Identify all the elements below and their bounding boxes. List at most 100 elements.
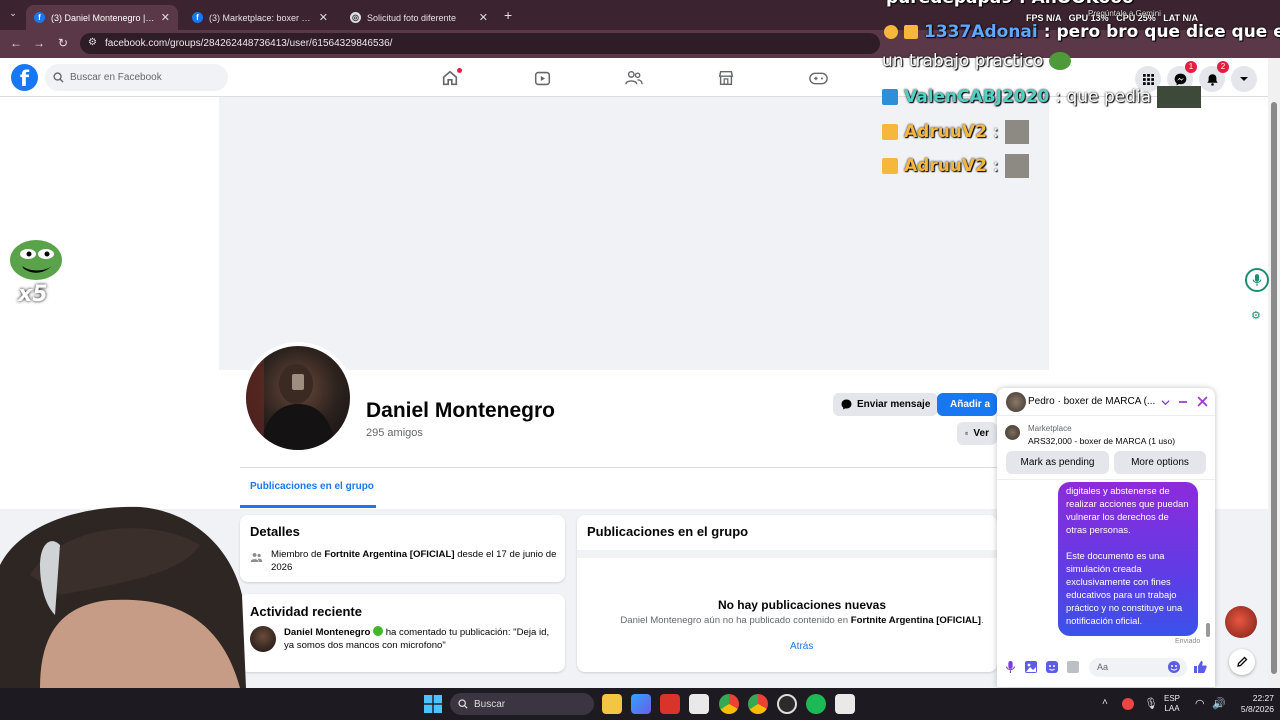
pepe-emote-icon [1049,52,1072,70]
clock[interactable]: 22:27 5/8/2026 [1228,693,1274,715]
marketplace-icon [718,70,734,86]
image-icon[interactable] [1025,661,1037,673]
more-options-button[interactable]: More options [1114,451,1206,474]
site-info-icon[interactable]: ⚙ [88,37,97,48]
tray-mic-icon[interactable]: 🎙 [1144,697,1158,710]
close-tab-icon[interactable]: ✕ [479,11,488,24]
chat-scrollbar[interactable] [1205,483,1211,643]
url-input[interactable]: ⚙ facebook.com/groups/284262448736413/us… [80,33,880,54]
listing-thumbnail[interactable] [1005,425,1020,440]
facebook-logo-icon[interactable]: f [11,64,38,91]
nav-gaming[interactable] [796,66,840,90]
reload-icon[interactable]: ↻ [55,35,71,51]
notifications-button[interactable]: 2 [1199,61,1229,92]
wps-icon[interactable] [660,694,680,714]
like-icon[interactable] [1193,660,1207,674]
close-tab-icon[interactable]: ✕ [319,11,328,24]
close-icon[interactable] [1197,396,1208,407]
empty-posts-text: Daniel Montenegro aún no ha publicado co… [577,615,1027,626]
subscriber-badge-icon [882,89,898,105]
volume-icon[interactable]: 🔊 [1212,697,1226,710]
scrollbar-thumb[interactable] [1271,102,1277,674]
taskbar-search-label: Buscar [474,698,506,710]
tab-solicitud[interactable]: ◎ Solicitud foto diferente ✕ [342,5,496,30]
group-link[interactable]: Fortnite Argentina [OFICIAL] [324,549,454,560]
profile-avatar[interactable] [242,342,354,454]
chat-contact-avatar[interactable] [1006,392,1026,412]
app-icon[interactable] [835,694,855,714]
chat-head-avatar[interactable] [1225,606,1257,638]
new-tab-button[interactable]: + [504,7,512,23]
friends-count[interactable]: 295 amigos [366,427,423,439]
chevron-down-icon[interactable] [1161,398,1170,407]
close-tab-icon[interactable]: ✕ [161,11,170,24]
chat-user: 1337Adonai [924,22,1038,42]
tab-marketplace[interactable]: f (3) Marketplace: boxer de MARCA ✕ [184,5,336,30]
cat-emote-icon [1004,120,1029,144]
assistant-settings-icon[interactable]: ⚙ [1251,309,1261,322]
chat-scrollbar-thumb[interactable] [1206,623,1210,637]
friends-icon [625,70,643,85]
photo-app-icon[interactable] [631,694,651,714]
chrome-icon[interactable] [748,694,768,714]
forward-icon[interactable]: → [31,35,47,51]
store-icon[interactable] [689,694,709,714]
notifications-badge: 2 [1217,61,1229,73]
chat-contact-name[interactable]: Pedro · boxer de MARCA (... [1028,396,1160,407]
chat-text: : pero bro que dice que es [1043,22,1280,42]
tab-group-posts[interactable]: Publicaciones en el grupo [250,481,374,492]
spotify-icon[interactable] [806,694,826,714]
back-icon[interactable]: ← [8,35,24,51]
wifi-icon[interactable]: ◠ [1195,697,1205,710]
messenger-badge: 1 [1185,61,1197,73]
sticker-icon[interactable] [1046,661,1058,673]
clock-date: 5/8/2026 [1240,704,1274,714]
add-friend-button[interactable]: Añadir a [937,393,997,416]
facebook-search-input[interactable]: Buscar en Facebook [45,64,228,91]
back-link[interactable]: Atrás [790,641,813,652]
language-code: ESP [1164,694,1181,703]
emote-count: x5 [18,282,48,307]
taskbar-search[interactable]: Buscar [450,693,594,715]
nav-home[interactable] [428,66,472,90]
voice-assistant-button[interactable] [1245,268,1269,292]
messenger-icon [1174,73,1186,85]
nav-marketplace[interactable] [704,66,748,90]
mark-pending-button[interactable]: Mark as pending [1006,451,1109,474]
compose-icon [1237,656,1248,667]
page-scrollbar[interactable] [1268,58,1280,688]
video-icon [534,71,550,85]
microphone-icon[interactable] [1005,661,1016,673]
overlay-chat-message: 1337Adonai : pero bro que dice que es [884,22,1280,42]
send-message-label: Enviar mensaje [857,399,931,410]
tab-list-icon[interactable]: ⌄ [6,8,20,22]
file-explorer-icon[interactable] [602,694,622,714]
nav-video[interactable] [520,66,564,90]
tray-chevron-icon[interactable]: ˄ [1102,697,1108,708]
profile-name: Daniel Montenegro [366,399,556,422]
chatgpt-favicon-icon: ◎ [350,12,361,23]
gif-icon[interactable] [1067,661,1079,673]
obs-icon[interactable] [777,694,797,714]
empty-group-link[interactable]: Fortnite Argentina [OFICIAL] [851,615,981,626]
right-margin [1049,97,1268,370]
message-placeholder: Aa [1097,662,1109,672]
new-message-button[interactable] [1229,649,1255,675]
tray-app-icon[interactable] [1122,698,1134,710]
listing-item[interactable]: ARS32,000 - boxer de MARCA (1 uso) [1028,436,1175,446]
account-button[interactable] [1231,66,1257,92]
start-button[interactable] [424,695,442,713]
minimize-icon[interactable] [1178,397,1188,407]
chrome-icon[interactable] [719,694,739,714]
message-bubble[interactable]: digitales y abstenerse de realizar accio… [1058,482,1198,636]
language-indicator[interactable]: ESP LAA [1164,694,1180,714]
send-message-button[interactable]: Enviar mensaje [833,393,939,416]
language-layout: LAA [1164,704,1180,713]
view-profile-button[interactable]: Ver [957,422,997,445]
overlay-chat-message: AdruuV2 : [882,120,1029,144]
clock-time: 22:27 [1252,693,1274,703]
emoji-icon[interactable] [1168,661,1180,673]
home-icon [442,70,458,86]
nav-friends[interactable] [612,66,656,90]
tab-daniel-montenegro[interactable]: f (3) Daniel Montenegro | Facebook ✕ [26,5,178,30]
